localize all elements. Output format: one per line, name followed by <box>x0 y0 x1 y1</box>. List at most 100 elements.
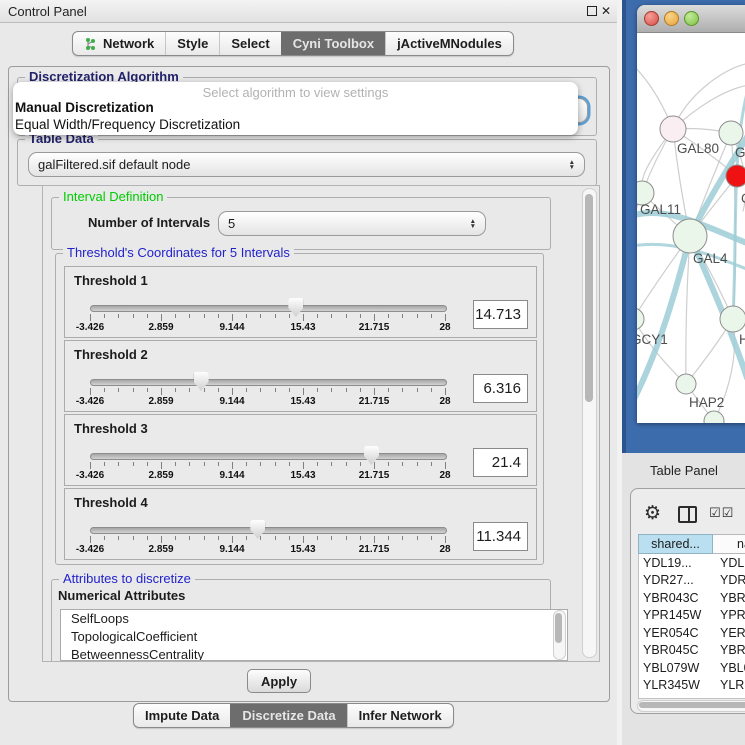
tick-mark <box>175 462 176 466</box>
column-header-name[interactable]: na <box>713 534 745 554</box>
tick-mark <box>104 536 105 540</box>
network-node-h[interactable] <box>720 306 745 332</box>
number-of-intervals-combobox[interactable]: 5 ▲▼ <box>218 211 486 236</box>
tick-mark <box>104 462 105 466</box>
tick-mark <box>303 314 304 321</box>
popup-option-manual-discretization[interactable]: Manual Discretization <box>15 100 154 115</box>
cell-shared-name: YER054C <box>639 626 714 640</box>
tick-mark <box>431 462 432 466</box>
table-row[interactable]: YIL052CYIL0 <box>639 694 745 699</box>
settings-gear-icon[interactable]: ⚙ <box>644 502 661 525</box>
float-window-icon[interactable] <box>585 4 599 18</box>
attribute-list-item[interactable]: SelfLoops <box>61 610 567 628</box>
table-horizontal-scrollbar[interactable] <box>637 700 745 712</box>
close-icon[interactable]: ✕ <box>599 4 613 18</box>
attributes-list-scrollbar[interactable] <box>553 610 566 660</box>
tick-mark <box>417 462 418 466</box>
slider-ticks <box>90 314 445 322</box>
tick-label: 2.859 <box>148 544 173 555</box>
tick-mark <box>317 462 318 466</box>
scrollbar-thumb[interactable] <box>555 613 562 643</box>
split-view-icon[interactable] <box>678 506 697 523</box>
close-traffic-light-icon[interactable] <box>644 11 659 26</box>
tick-mark <box>331 314 332 318</box>
tick-mark <box>303 388 304 395</box>
tick-label: 28 <box>439 396 450 407</box>
attributes-group-title: Attributes to discretize <box>59 571 195 586</box>
tick-mark <box>331 536 332 540</box>
scrollbar-thumb[interactable] <box>639 702 745 708</box>
column-header-shared-name[interactable]: shared... <box>638 534 713 554</box>
zoom-traffic-light-icon[interactable] <box>684 11 699 26</box>
popup-prompt: Select algorithm to view settings <box>13 85 578 100</box>
tick-mark <box>104 314 105 318</box>
threshold-slider-track[interactable] <box>90 453 447 460</box>
tick-label: 9.144 <box>219 322 244 333</box>
cell-name: YPR1 <box>714 608 745 622</box>
threshold-value-field[interactable]: 21.4 <box>473 448 528 477</box>
tick-mark <box>374 314 375 321</box>
tab-cyni-toolbox[interactable]: Cyni Toolbox <box>281 32 385 55</box>
cell-shared-name: YDR27... <box>639 573 714 587</box>
tick-mark <box>232 536 233 543</box>
network-node-g[interactable] <box>719 121 743 145</box>
cell-name: YBL0 <box>714 661 745 675</box>
tick-mark <box>246 314 247 318</box>
interval-definition-group: Interval Definition Number of Intervals … <box>51 197 551 250</box>
slider-tick-labels: -3.4262.8599.14415.4321.71528 <box>90 322 445 334</box>
network-canvas[interactable]: GAL80GCGAL11GAL4GCY1HHAP2 <box>637 33 745 423</box>
minimize-traffic-light-icon[interactable] <box>664 11 679 26</box>
tick-mark <box>118 462 119 466</box>
tab-select[interactable]: Select <box>219 32 280 55</box>
threshold-slider-track[interactable] <box>90 305 447 312</box>
table-row[interactable]: YER054CYER0 <box>639 624 745 642</box>
threshold-slider-track[interactable] <box>90 527 447 534</box>
table-data-combobox[interactable]: galFiltered.sif default node ▲▼ <box>28 152 585 177</box>
tick-mark <box>346 388 347 392</box>
apply-button[interactable]: Apply <box>247 669 311 693</box>
network-node-gcy1[interactable] <box>637 308 644 330</box>
settings-vertical-scrollbar[interactable] <box>582 188 597 658</box>
numerical-attributes-label: Numerical Attributes <box>58 588 185 603</box>
table-row[interactable]: YBL079WYBL0 <box>639 659 745 677</box>
tab-network[interactable]: Network <box>73 32 165 55</box>
attribute-list-item[interactable]: BetweennessCentrality <box>61 646 567 661</box>
network-window: GAL80GCGAL11GAL4GCY1HHAP2 <box>637 5 745 423</box>
popup-option-equal-width-frequency[interactable]: Equal Width/Frequency Discretization <box>15 117 240 132</box>
tick-mark <box>431 536 432 540</box>
threshold-value-field[interactable]: 11.344 <box>473 522 528 551</box>
attributes-group: Attributes to discretize Numerical Attri… <box>51 579 551 662</box>
threshold-value-field[interactable]: 14.713 <box>473 300 528 329</box>
table-row[interactable]: YBR045CYBR0 <box>639 642 745 660</box>
tick-mark <box>374 462 375 469</box>
threshold-panel: Threshold 2-3.4262.8599.14415.4321.71528… <box>64 340 537 412</box>
table-row[interactable]: YDR27...YDR2 <box>639 572 745 590</box>
cell-name: YDR2 <box>714 573 745 587</box>
tick-mark <box>175 388 176 392</box>
select-columns-checkboxes-icon[interactable]: ☑☑ <box>709 505 734 521</box>
bottom-tab-infer-network[interactable]: Infer Network <box>347 704 453 727</box>
table-row[interactable]: YDL19...YDL1 <box>639 554 745 572</box>
tick-mark <box>402 388 403 392</box>
threshold-slider-track[interactable] <box>90 379 447 386</box>
numerical-attributes-list[interactable]: SelfLoopsTopologicalCoefficientBetweenne… <box>60 609 568 661</box>
scrollbar-thumb[interactable] <box>585 194 593 402</box>
threshold-value-field[interactable]: 6.316 <box>473 374 528 403</box>
table-row[interactable]: YLR345WYLR3 <box>639 677 745 695</box>
tick-mark <box>374 388 375 395</box>
network-node-c[interactable] <box>726 165 745 187</box>
tick-mark <box>374 536 375 543</box>
network-node-gal80[interactable] <box>660 116 686 142</box>
table-panel: ⚙ ☑☑ shared... na YDL19...YDL1YDR27...YD… <box>630 488 745 714</box>
tab-style[interactable]: Style <box>165 32 219 55</box>
network-node-hap2[interactable] <box>676 374 696 394</box>
network-node-gal4[interactable] <box>673 219 707 253</box>
bottom-tab-discretize-data[interactable]: Discretize Data <box>230 704 346 727</box>
tick-mark <box>360 388 361 392</box>
attribute-list-item[interactable]: TopologicalCoefficient <box>61 628 567 646</box>
table-row[interactable]: YPR145WYPR1 <box>639 607 745 625</box>
tick-mark <box>133 388 134 392</box>
table-row[interactable]: YBR043CYBR0 <box>639 589 745 607</box>
bottom-tab-impute-data[interactable]: Impute Data <box>134 704 230 727</box>
tab-jactivemnodules[interactable]: jActiveMNodules <box>385 32 513 55</box>
